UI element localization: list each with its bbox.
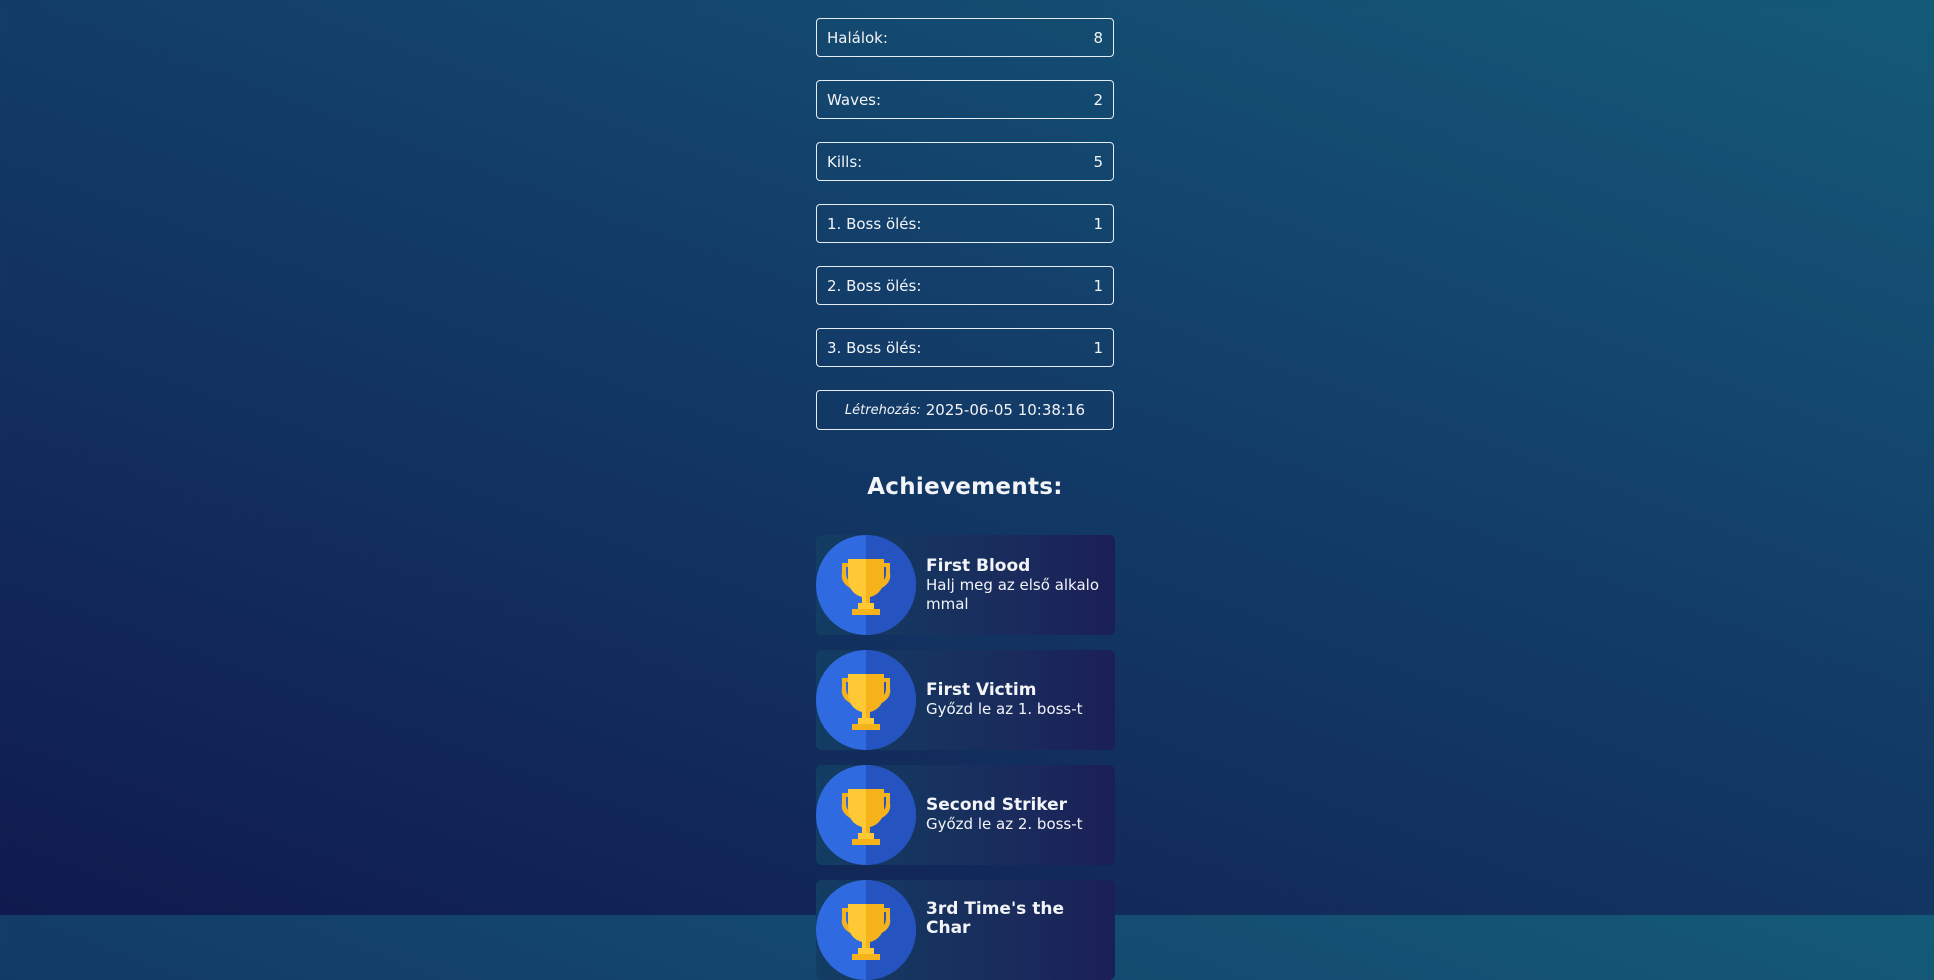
stat-value: 8 xyxy=(1093,28,1103,47)
stat-label: Kills: xyxy=(827,152,863,171)
achievement-desc: Győzd le az 2. boss-t xyxy=(926,815,1083,833)
stat-boss3-kills: 3. Boss ölés: 1 xyxy=(816,328,1114,367)
stat-boss2-kills: 2. Boss ölés: 1 xyxy=(816,266,1114,305)
achievement-name: First Victim xyxy=(926,680,1037,700)
trophy-badge xyxy=(816,650,916,750)
achievements-heading: Achievements: xyxy=(867,474,1063,500)
stat-label: 3. Boss ölés: xyxy=(827,338,922,357)
achievement-card: 3rd Time's the Char xyxy=(816,880,1115,980)
achievement-desc: Halj meg az első alkalommal xyxy=(926,576,1100,613)
created-value: 2025-06-05 10:38:16 xyxy=(925,401,1086,419)
achievement-card: First Victim Győzd le az 1. boss-t xyxy=(816,650,1115,750)
stat-value: 1 xyxy=(1093,276,1103,295)
stat-deaths: Halálok: 8 xyxy=(816,18,1114,57)
stat-label: 1. Boss ölés: xyxy=(827,214,922,233)
stat-value: 5 xyxy=(1093,152,1103,171)
achievement-name: 3rd Time's the Char xyxy=(926,899,1064,938)
stat-value: 2 xyxy=(1093,90,1103,109)
trophy-badge xyxy=(816,765,916,865)
created-label: Létrehozás: xyxy=(844,402,921,418)
stat-value: 1 xyxy=(1093,214,1103,233)
stat-value: 1 xyxy=(1093,338,1103,357)
trophy-icon xyxy=(841,674,891,730)
stat-label: Halálok: xyxy=(827,28,888,47)
trophy-icon xyxy=(841,904,891,960)
created-date: Létrehozás: 2025-06-05 10:38:16 xyxy=(816,390,1114,430)
trophy-icon xyxy=(841,559,891,615)
achievement-card: First Blood Halj meg az első alkalommal xyxy=(816,535,1115,635)
achievement-name: First Blood xyxy=(926,556,1031,576)
stat-boss1-kills: 1. Boss ölés: 1 xyxy=(816,204,1114,243)
trophy-icon xyxy=(841,789,891,845)
stat-label: Waves: xyxy=(827,90,882,109)
achievement-name: Second Striker xyxy=(926,795,1068,815)
achievement-card: Second Striker Győzd le az 2. boss-t xyxy=(816,765,1115,865)
stat-waves: Waves: 2 xyxy=(816,80,1114,119)
achievement-desc: Győzd le az 1. boss-t xyxy=(926,700,1083,718)
trophy-badge xyxy=(816,535,916,635)
stat-kills: Kills: 5 xyxy=(816,142,1114,181)
stat-label: 2. Boss ölés: xyxy=(827,276,922,295)
trophy-badge xyxy=(816,880,916,980)
